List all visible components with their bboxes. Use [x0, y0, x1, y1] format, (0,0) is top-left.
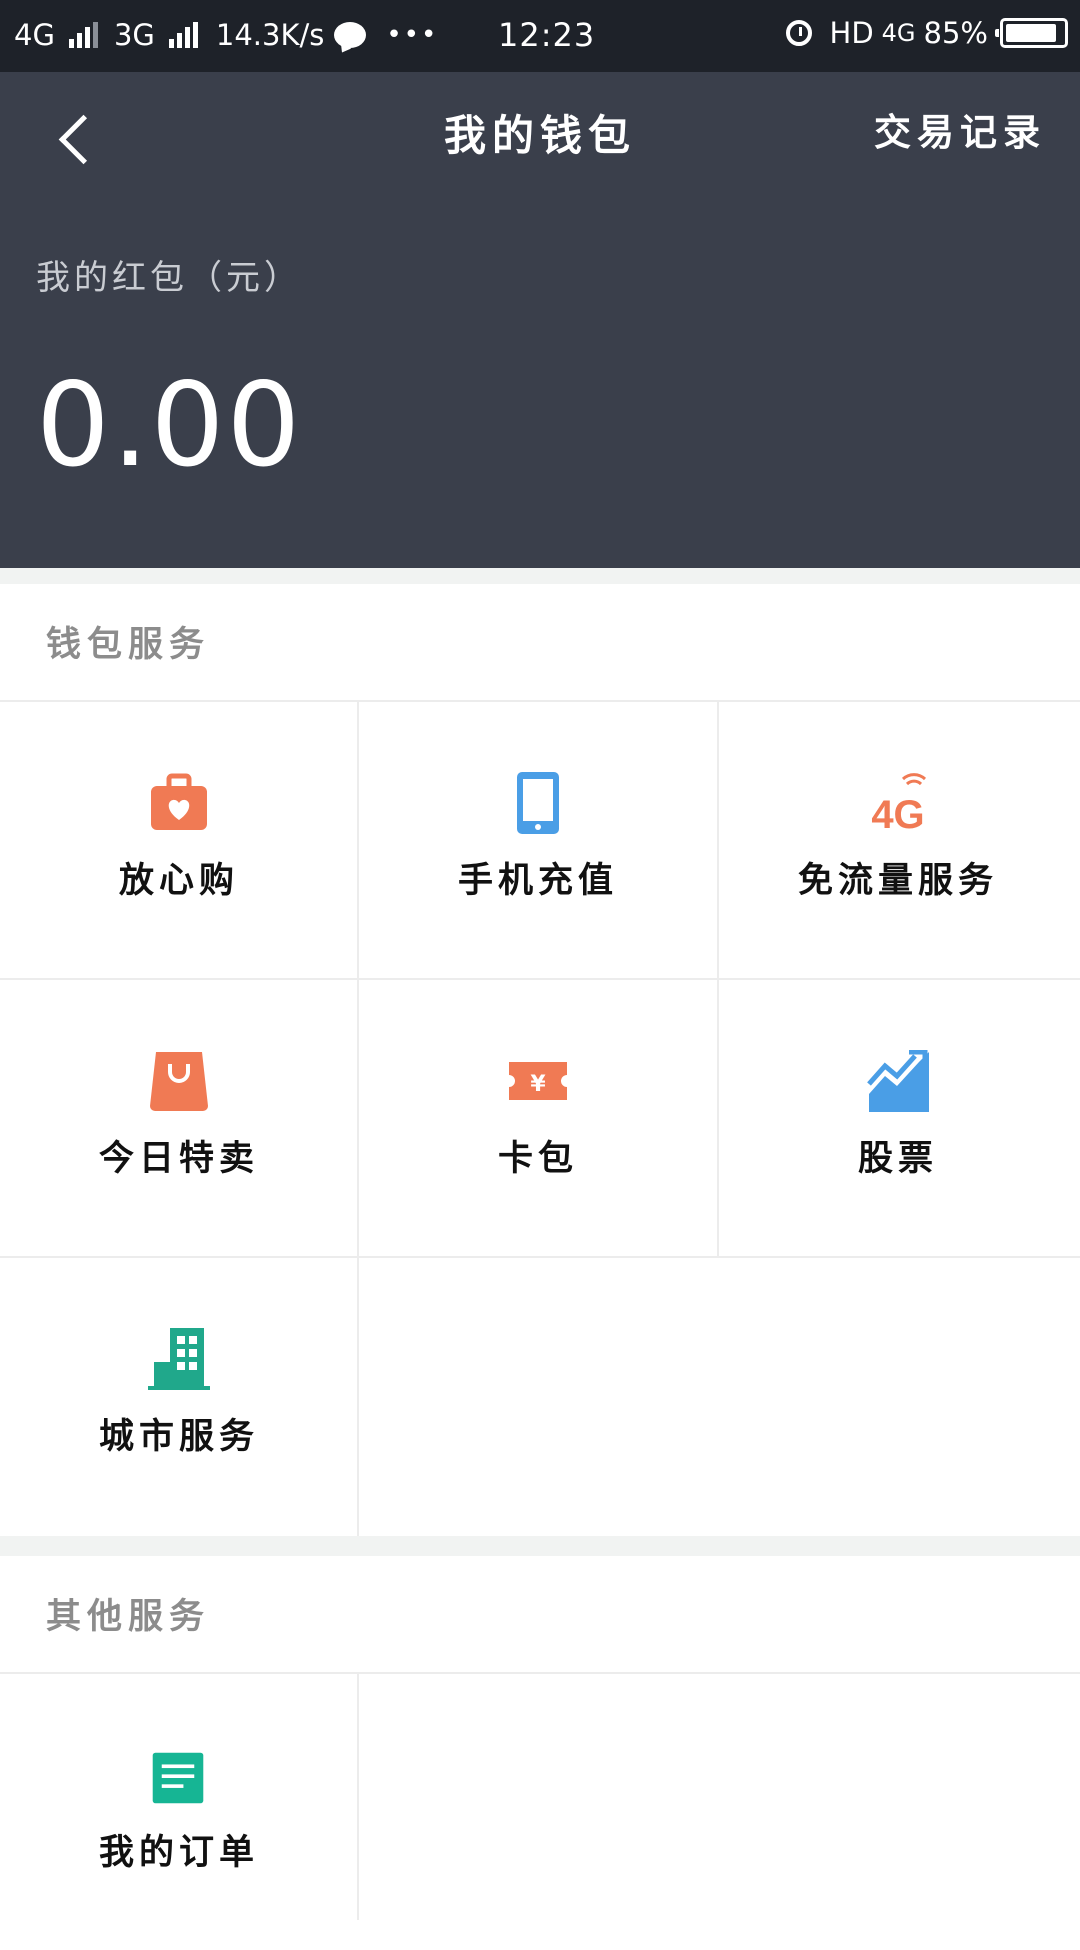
hd-label: HD [829, 16, 874, 50]
service-city[interactable]: 城市服务 [0, 1258, 358, 1534]
service-label: 放心购 [118, 860, 239, 901]
other-services-title: 其他服务 [46, 1596, 211, 1637]
signal-strength-icon [68, 22, 98, 48]
network-label-3: 4G [881, 19, 916, 47]
shopping-bag-heart-icon [151, 773, 207, 830]
status-bar: 4G 3G 14.3K/s ••• 12:23 HD 4G 85% [0, 0, 1080, 72]
city-building-icon [148, 1328, 210, 1390]
red-packet-label: 我的红包（元） [36, 258, 302, 298]
service-label: 手机充值 [457, 860, 618, 901]
battery-icon [995, 18, 1068, 48]
battery-percent: 85% [923, 16, 988, 50]
chat-bubble-icon [334, 22, 367, 48]
phone-icon [517, 772, 559, 834]
signal-strength-icon [168, 22, 198, 48]
alarm-clock-icon [785, 20, 812, 46]
more-icon: ••• [386, 20, 439, 50]
section-divider [0, 568, 1080, 584]
status-left: 4G 3G 14.3K/s ••• [14, 18, 438, 52]
status-time: 12:23 [498, 16, 596, 54]
service-fangxingou[interactable]: 放心购 [0, 702, 358, 978]
service-label: 今日特卖 [98, 1138, 259, 1179]
service-free-data[interactable]: 4G 免流量服务 [719, 702, 1077, 978]
service-label: 免流量服务 [797, 860, 998, 901]
service-my-orders[interactable]: 我的订单 [0, 1674, 358, 1950]
transaction-records-link[interactable]: 交易记录 [874, 102, 1046, 156]
network-label-1: 4G [14, 18, 55, 52]
service-phone-recharge[interactable]: 手机充值 [359, 702, 717, 978]
svg-text:¥: ¥ [530, 1072, 546, 1097]
wallet-header: 我的钱包 交易记录 我的红包（元） 0.00 [0, 72, 1080, 568]
red-packet-balance: 0.00 [36, 358, 303, 493]
network-label-2: 3G [113, 18, 155, 52]
service-card-wallet[interactable]: ¥ 卡包 [359, 980, 717, 1256]
service-daily-sale[interactable]: 今日特卖 [0, 980, 358, 1256]
4g-icon: 4G [871, 773, 927, 834]
order-document-icon [152, 1752, 204, 1804]
shopping-bag-icon [150, 1052, 208, 1111]
svg-text:4G: 4G [871, 793, 924, 834]
wallet-services-title: 钱包服务 [46, 624, 211, 665]
service-stocks[interactable]: 股票 [719, 980, 1077, 1256]
service-label: 股票 [857, 1138, 938, 1179]
status-right: HD 4G 85% [785, 16, 1068, 50]
network-speed: 14.3K/s [215, 18, 325, 52]
ticket-yuan-icon: ¥ [509, 1062, 567, 1100]
service-label: 卡包 [497, 1138, 578, 1179]
service-label: 我的订单 [98, 1832, 259, 1873]
stock-chart-icon [867, 1050, 929, 1112]
service-label: 城市服务 [98, 1416, 259, 1457]
section-divider [0, 1536, 1080, 1556]
